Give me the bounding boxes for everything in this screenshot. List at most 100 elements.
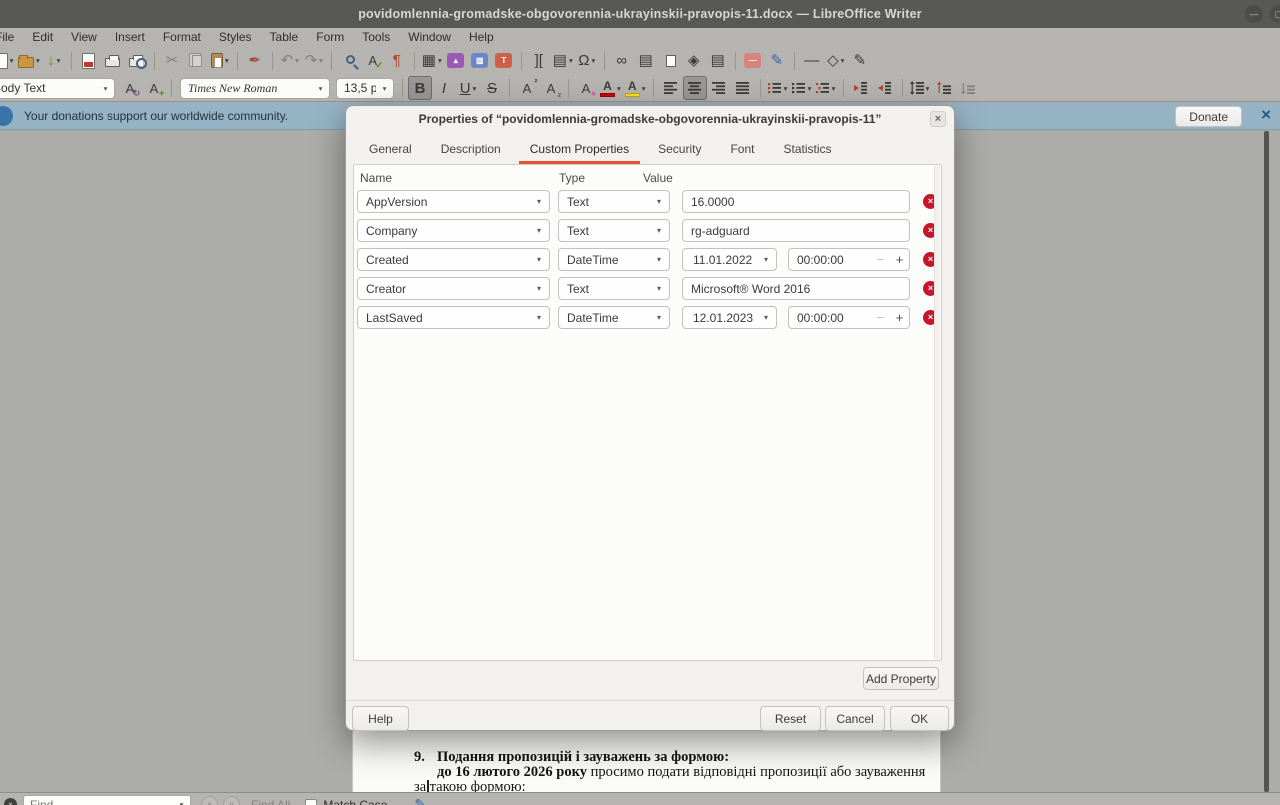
page-break-icon[interactable]: ][ (527, 49, 551, 73)
property-name-select[interactable]: Created▾ (357, 248, 550, 271)
menu-help[interactable]: Help (460, 30, 503, 44)
font-color-button[interactable]: A▾ (598, 76, 623, 100)
property-type-select[interactable]: DateTime▾ (558, 248, 670, 271)
dialog-close-button[interactable]: × (930, 111, 946, 127)
undo-icon[interactable]: ↶▾ (278, 49, 302, 73)
menu-tools[interactable]: Tools (353, 30, 399, 44)
bold-button[interactable]: B (408, 76, 432, 100)
para-space-decrease-button[interactable] (956, 76, 980, 100)
match-case-checkbox[interactable] (305, 799, 317, 805)
menu-window[interactable]: Window (399, 30, 460, 44)
property-time-spinner[interactable]: 00:00:00 − + (788, 248, 910, 271)
menu-view[interactable]: View (62, 30, 106, 44)
align-left-button[interactable] (659, 76, 683, 100)
find-replace-icon[interactable] (337, 49, 361, 73)
italic-button[interactable]: I (432, 76, 456, 100)
properties-scrollbar-track[interactable] (934, 166, 940, 659)
time-decrement-button[interactable]: − (871, 253, 890, 266)
ok-button[interactable]: OK (890, 706, 949, 731)
insert-table-icon[interactable]: ▦▾ (420, 49, 444, 73)
menu-styles[interactable]: Styles (210, 30, 261, 44)
property-value-input[interactable] (682, 190, 910, 213)
update-style-icon[interactable]: A↻ (118, 76, 142, 100)
reset-button[interactable]: Reset (760, 706, 821, 731)
copy-icon[interactable] (184, 49, 208, 73)
export-pdf-icon[interactable] (77, 49, 101, 73)
property-name-select[interactable]: AppVersion▾ (357, 190, 550, 213)
paste-icon[interactable]: ▾ (208, 49, 232, 73)
property-time-spinner[interactable]: 00:00:00 − + (788, 306, 910, 329)
time-decrement-button[interactable]: − (871, 311, 890, 324)
print-icon[interactable] (101, 49, 125, 73)
insert-comment-icon[interactable]: — (741, 49, 765, 73)
horizontal-line-icon[interactable]: — (800, 49, 824, 73)
tab-description[interactable]: Description (430, 137, 512, 164)
donate-button[interactable]: Donate (1175, 106, 1242, 127)
align-right-button[interactable] (707, 76, 731, 100)
print-preview-icon[interactable] (125, 49, 149, 73)
cut-icon[interactable]: ✂ (160, 49, 184, 73)
tab-font[interactable]: Font (719, 137, 765, 164)
save-icon[interactable]: ↓▾ (42, 49, 66, 73)
close-findbar-button[interactable]: × (4, 798, 17, 805)
insert-endnote-icon[interactable] (658, 49, 682, 73)
infobar-close-icon[interactable]: × (1261, 105, 1271, 125)
insert-field-icon[interactable]: ▤▾ (551, 49, 575, 73)
time-increment-button[interactable]: + (890, 253, 909, 266)
character-highlight-icon[interactable]: A● (574, 76, 598, 100)
special-character-icon[interactable]: Ω▾ (575, 49, 599, 73)
property-name-select[interactable]: LastSaved▾ (357, 306, 550, 329)
tab-custom-properties[interactable]: Custom Properties (519, 137, 640, 164)
property-type-select[interactable]: DateTime▾ (558, 306, 670, 329)
time-increment-button[interactable]: + (890, 311, 909, 324)
outline-list-button[interactable]: ▾ (814, 76, 838, 100)
find-next-button[interactable]: ∨ (223, 796, 240, 805)
property-date-select[interactable]: 11.01.2022▾ (682, 248, 777, 271)
subscript-button[interactable]: A₂ (539, 76, 563, 100)
vertical-scrollbar[interactable] (1264, 131, 1269, 792)
formatting-marks-icon[interactable]: ¶ (385, 49, 409, 73)
menu-file[interactable]: File (0, 30, 23, 44)
property-value-input[interactable] (682, 219, 910, 242)
draw-pencil-icon[interactable]: ✎ (848, 49, 872, 73)
justify-button[interactable] (731, 76, 755, 100)
property-type-select[interactable]: Text▾ (558, 277, 670, 300)
track-changes-icon[interactable]: ✎ (765, 49, 789, 73)
redo-icon[interactable]: ↷▾ (302, 49, 326, 73)
cross-reference-icon[interactable]: ▤ (706, 49, 730, 73)
maximize-button[interactable]: ▢ (1270, 5, 1280, 23)
insert-footnote-icon[interactable]: ▤ (634, 49, 658, 73)
para-space-increase-button[interactable] (932, 76, 956, 100)
menu-form[interactable]: Form (307, 30, 353, 44)
new-document-icon[interactable]: ▾ (0, 49, 16, 73)
increase-indent-button[interactable] (849, 76, 873, 100)
spelling-icon[interactable]: A✓ (361, 49, 385, 73)
menu-edit[interactable]: Edit (23, 30, 62, 44)
find-previous-button[interactable]: ∧ (201, 796, 218, 805)
find-replace-pencil-icon[interactable]: ✎ (414, 796, 426, 805)
font-size-combo[interactable]: 13,5 pt▾ (336, 78, 394, 99)
minimize-button[interactable]: — (1245, 5, 1263, 23)
basic-shapes-icon[interactable]: ◇▾ (824, 49, 848, 73)
tab-general[interactable]: General (358, 137, 423, 164)
menu-format[interactable]: Format (154, 30, 210, 44)
hyperlink-icon[interactable]: ∞ (610, 49, 634, 73)
clone-formatting-icon[interactable]: ✒ (243, 49, 267, 73)
align-center-button[interactable] (683, 76, 707, 100)
superscript-button[interactable]: A² (515, 76, 539, 100)
property-name-select[interactable]: Company▾ (357, 219, 550, 242)
cancel-button[interactable]: Cancel (825, 706, 885, 731)
line-spacing-button[interactable]: ▾ (908, 76, 932, 100)
open-icon[interactable]: ▾ (16, 49, 42, 73)
underline-button[interactable]: U▾ (456, 76, 480, 100)
menu-table[interactable]: Table (261, 30, 308, 44)
decrease-indent-button[interactable] (873, 76, 897, 100)
menu-insert[interactable]: Insert (106, 30, 154, 44)
paragraph-style-combo[interactable]: Body Text▾ (0, 78, 115, 99)
insert-textbox-icon[interactable]: T (492, 49, 516, 73)
font-name-combo[interactable]: Times New Roman▾ (180, 78, 330, 99)
strikethrough-button[interactable]: S (480, 76, 504, 100)
property-value-input[interactable] (682, 277, 910, 300)
insert-chart-icon[interactable]: ▥ (468, 49, 492, 73)
insert-bookmark-icon[interactable]: ◈ (682, 49, 706, 73)
